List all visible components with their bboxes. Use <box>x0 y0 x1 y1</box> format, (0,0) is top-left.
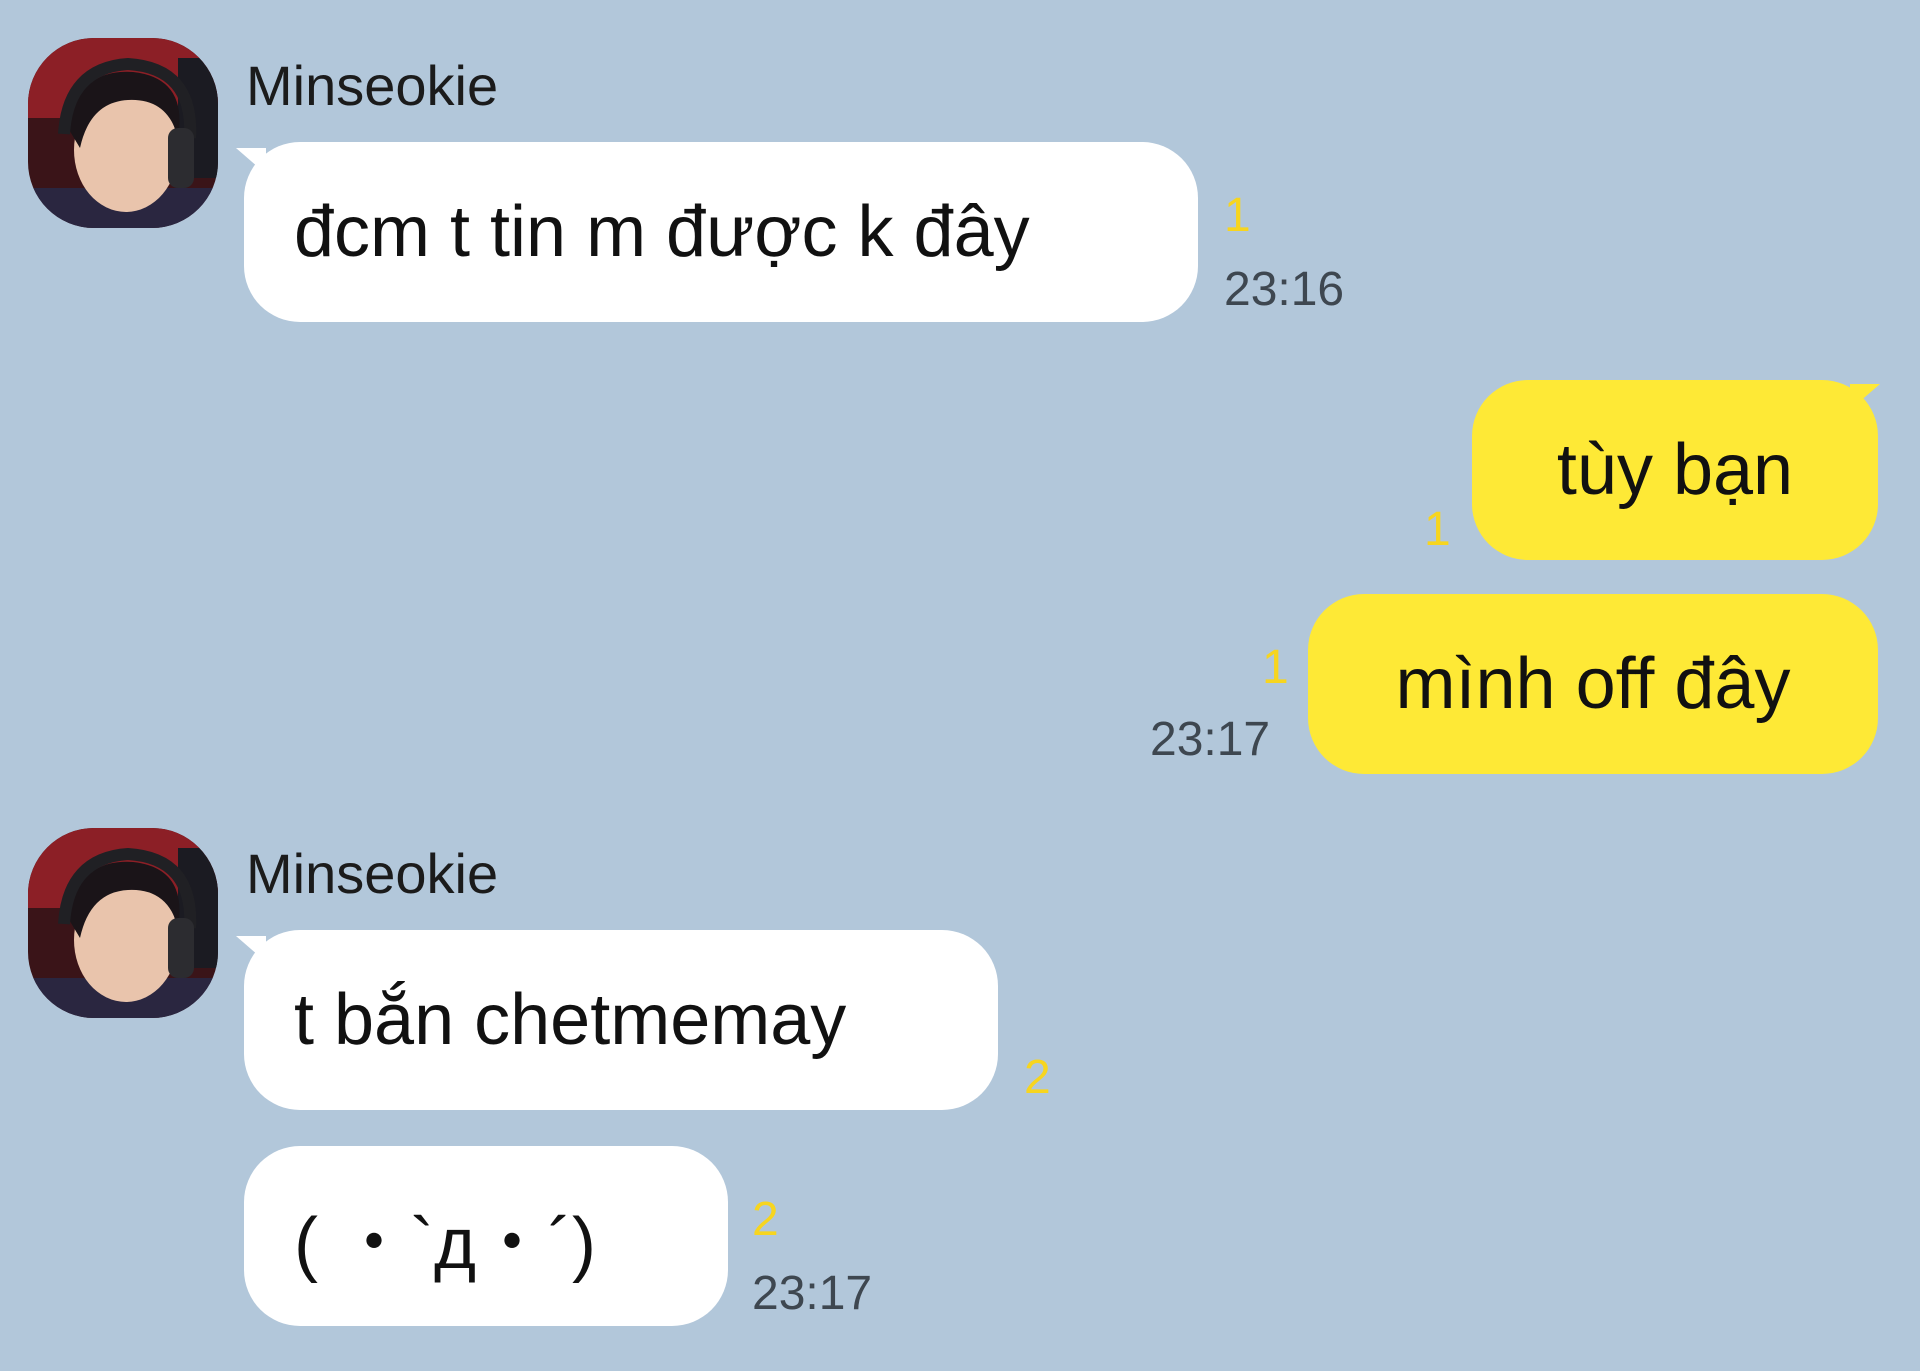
unread-count: 2 <box>1024 1051 1051 1104</box>
message-text: tùy bạn <box>1556 430 1794 510</box>
message-text: mình off đây <box>1395 644 1791 724</box>
message-text: đcm t tin m được k đây <box>294 192 1030 272</box>
sender-name: Minseokie <box>246 54 499 117</box>
profile-photo-icon <box>28 38 218 228</box>
message-bubble[interactable]: ( ・`д・´) <box>244 1146 728 1326</box>
unread-count: 1 <box>1224 189 1251 242</box>
unread-count: 1 <box>1262 641 1289 694</box>
message-bubble[interactable]: t bắn chetmemay <box>244 930 998 1110</box>
sender-avatar[interactable] <box>28 38 218 228</box>
message-bubble[interactable]: mình off đây <box>1308 594 1878 774</box>
profile-photo-icon <box>28 828 218 1018</box>
message-bubble[interactable]: đcm t tin m được k đây <box>244 142 1198 322</box>
message-time: 23:17 <box>1150 713 1271 766</box>
message-text: t bắn chetmemay <box>294 980 847 1060</box>
message-text: ( ・`д・´) <box>294 1203 596 1284</box>
unread-count: 2 <box>752 1193 779 1246</box>
message-time: 23:17 <box>752 1267 873 1320</box>
sender-name: Minseokie <box>246 842 499 905</box>
message-time: 23:16 <box>1224 263 1345 316</box>
message-bubble[interactable]: tùy bạn <box>1472 380 1878 560</box>
unread-count: 1 <box>1424 503 1451 556</box>
sender-avatar[interactable] <box>28 828 218 1018</box>
